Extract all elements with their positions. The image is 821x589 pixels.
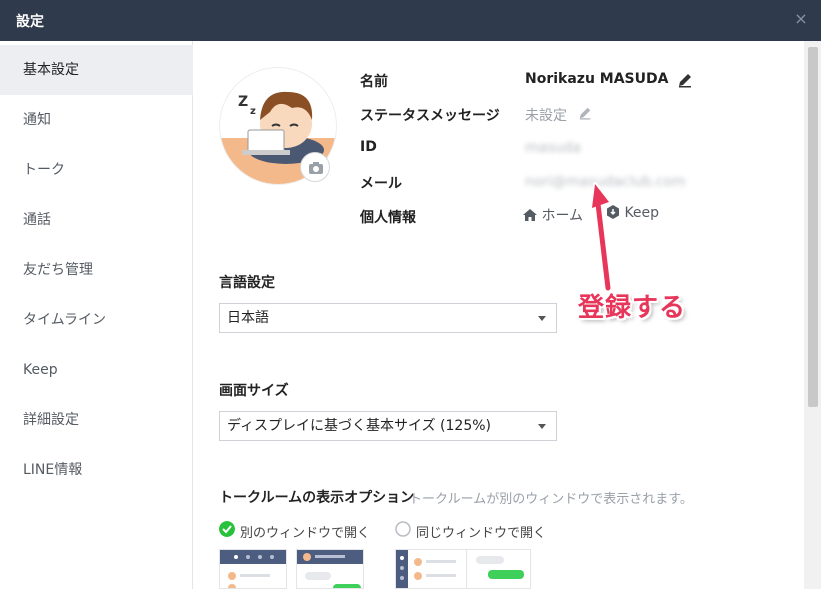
mail-label: メール [360,176,402,192]
chevron-down-icon [538,424,546,429]
preview-chat-illustration [297,550,363,588]
preview-same-window[interactable] [395,549,531,589]
language-select[interactable]: 日本語 [219,303,557,333]
home-icon [523,209,537,221]
profile-name: Norikazu MASUDA [525,71,669,87]
language-selected: 日本語 [227,310,269,326]
screen-size-selected: ディスプレイに基づく基本サイズ (125%) [227,418,491,434]
settings-sidebar: 基本設定 通知 トーク 通話 友だち管理 タイムライン Keep 詳細設定 LI… [0,41,193,589]
sidebar-item-timeline[interactable]: タイムライン [0,295,193,345]
home-link-label: ホーム [541,208,584,224]
radio-same-unchecked-icon[interactable] [395,521,411,537]
title-bar: 設定 × [0,0,821,41]
home-link[interactable]: ホーム [523,205,583,225]
annotation-register-text: 登録する [578,293,687,323]
sidebar-item-calls[interactable]: 通話 [0,195,193,245]
status-label: ステータスメッセージ [360,108,500,124]
language-title: 言語設定 [219,275,275,291]
sidebar-item-notifications[interactable]: 通知 [0,95,193,145]
sidebar-item-line-info[interactable]: LINE情報 [0,445,193,495]
radio-same-label[interactable]: 同じウィンドウで開く [416,522,546,541]
window-title: 設定 [16,14,44,30]
radio-separate-label[interactable]: 別のウィンドウで開く [240,522,370,541]
screen-size-title: 画面サイズ [219,383,289,399]
talk-room-description: トークルームが別のウィンドウで表示されます。 [409,492,693,507]
preview-same-illustration [396,550,524,588]
personal-info-label: 個人情報 [360,210,416,226]
screen-size-select[interactable]: ディスプレイに基づく基本サイズ (125%) [219,411,557,441]
edit-name-icon[interactable] [677,72,693,88]
preview-list-illustration [220,550,286,588]
chevron-down-icon [538,316,546,321]
preview-separate-chat[interactable] [296,549,364,589]
scrollbar-thumb[interactable] [808,47,818,407]
camera-icon [309,162,323,174]
change-photo-button[interactable] [300,152,330,182]
close-icon[interactable]: × [791,9,811,29]
profile-id: masuda [525,140,581,156]
sidebar-item-advanced[interactable]: 詳細設定 [0,395,193,445]
edit-status-icon[interactable] [578,106,592,120]
svg-text:z: z [250,106,256,117]
profile-status: 未設定 [525,108,567,124]
id-label: ID [360,139,377,155]
sidebar-item-friends[interactable]: 友だち管理 [0,245,193,295]
sidebar-item-keep[interactable]: Keep [0,345,193,395]
scrollbar[interactable] [804,41,821,589]
sidebar-item-basic[interactable]: 基本設定 [0,45,193,95]
radio-separate-checked-icon[interactable] [219,521,235,537]
svg-text:Z: Z [238,94,248,110]
name-label: 名前 [360,74,388,90]
sidebar-item-talk[interactable]: トーク [0,145,193,195]
preview-separate-list[interactable] [219,549,287,589]
annotation-arrow-icon [590,182,613,293]
talk-room-title: トークルームの表示オプション [219,490,415,506]
